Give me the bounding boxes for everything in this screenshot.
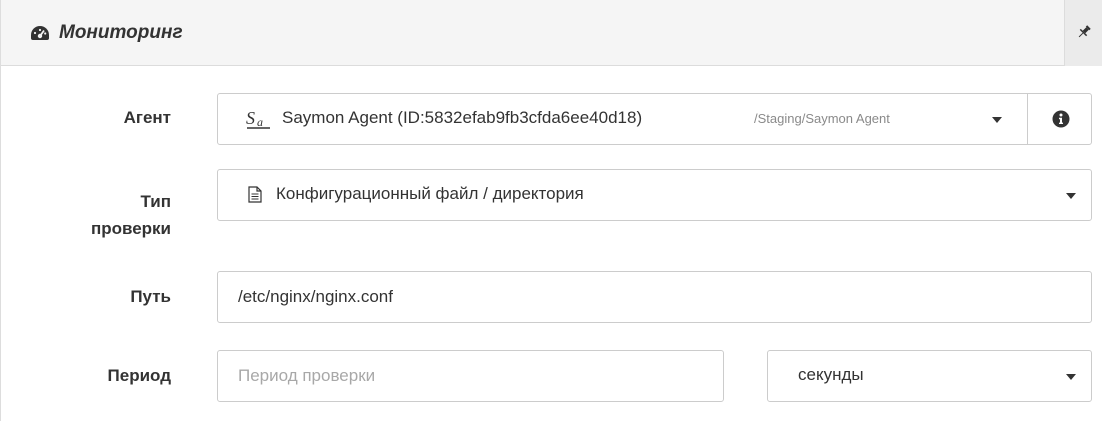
check-type-select[interactable]: Конфигурационный файл / директория (217, 169, 1092, 221)
svg-text:a: a (257, 115, 263, 129)
period-unit-selected: секунды (798, 365, 864, 384)
agent-info-button[interactable] (1027, 93, 1092, 145)
check-type-label-line1: Тип (140, 192, 171, 211)
period-input[interactable] (217, 350, 724, 402)
panel-title: Мониторинг (59, 22, 183, 43)
tachometer-icon (29, 24, 51, 42)
chevron-down-icon (1066, 193, 1076, 199)
saymon-agent-icon: S a (246, 108, 272, 136)
agent-select[interactable]: S a Saymon Agent (ID:5832efab9fb3cfda6ee… (217, 93, 1028, 145)
period-unit-select[interactable]: секунды (767, 350, 1092, 402)
agent-selected-name: Saymon Agent (ID:5832efab9fb3cfda6ee40d1… (282, 108, 643, 127)
chevron-down-icon (992, 117, 1002, 123)
chevron-down-icon (1066, 374, 1076, 380)
document-icon (248, 186, 262, 208)
agent-label: Агент (123, 108, 171, 127)
monitoring-panel: Мониторинг Агент S a Saymon Agent (ID:58… (0, 0, 1102, 421)
pin-button[interactable] (1064, 0, 1102, 66)
check-type-label-line2: проверки (90, 219, 171, 238)
path-label: Путь (130, 287, 171, 306)
check-type-label: Тип проверки (61, 188, 171, 242)
panel-header: Мониторинг (1, 0, 1102, 66)
period-label: Период (107, 366, 171, 385)
path-input[interactable] (217, 271, 1092, 323)
agent-selected-path: /Staging/Saymon Agent (754, 111, 890, 126)
svg-text:S: S (246, 109, 255, 128)
check-type-selected: Конфигурационный файл / директория (276, 184, 584, 203)
